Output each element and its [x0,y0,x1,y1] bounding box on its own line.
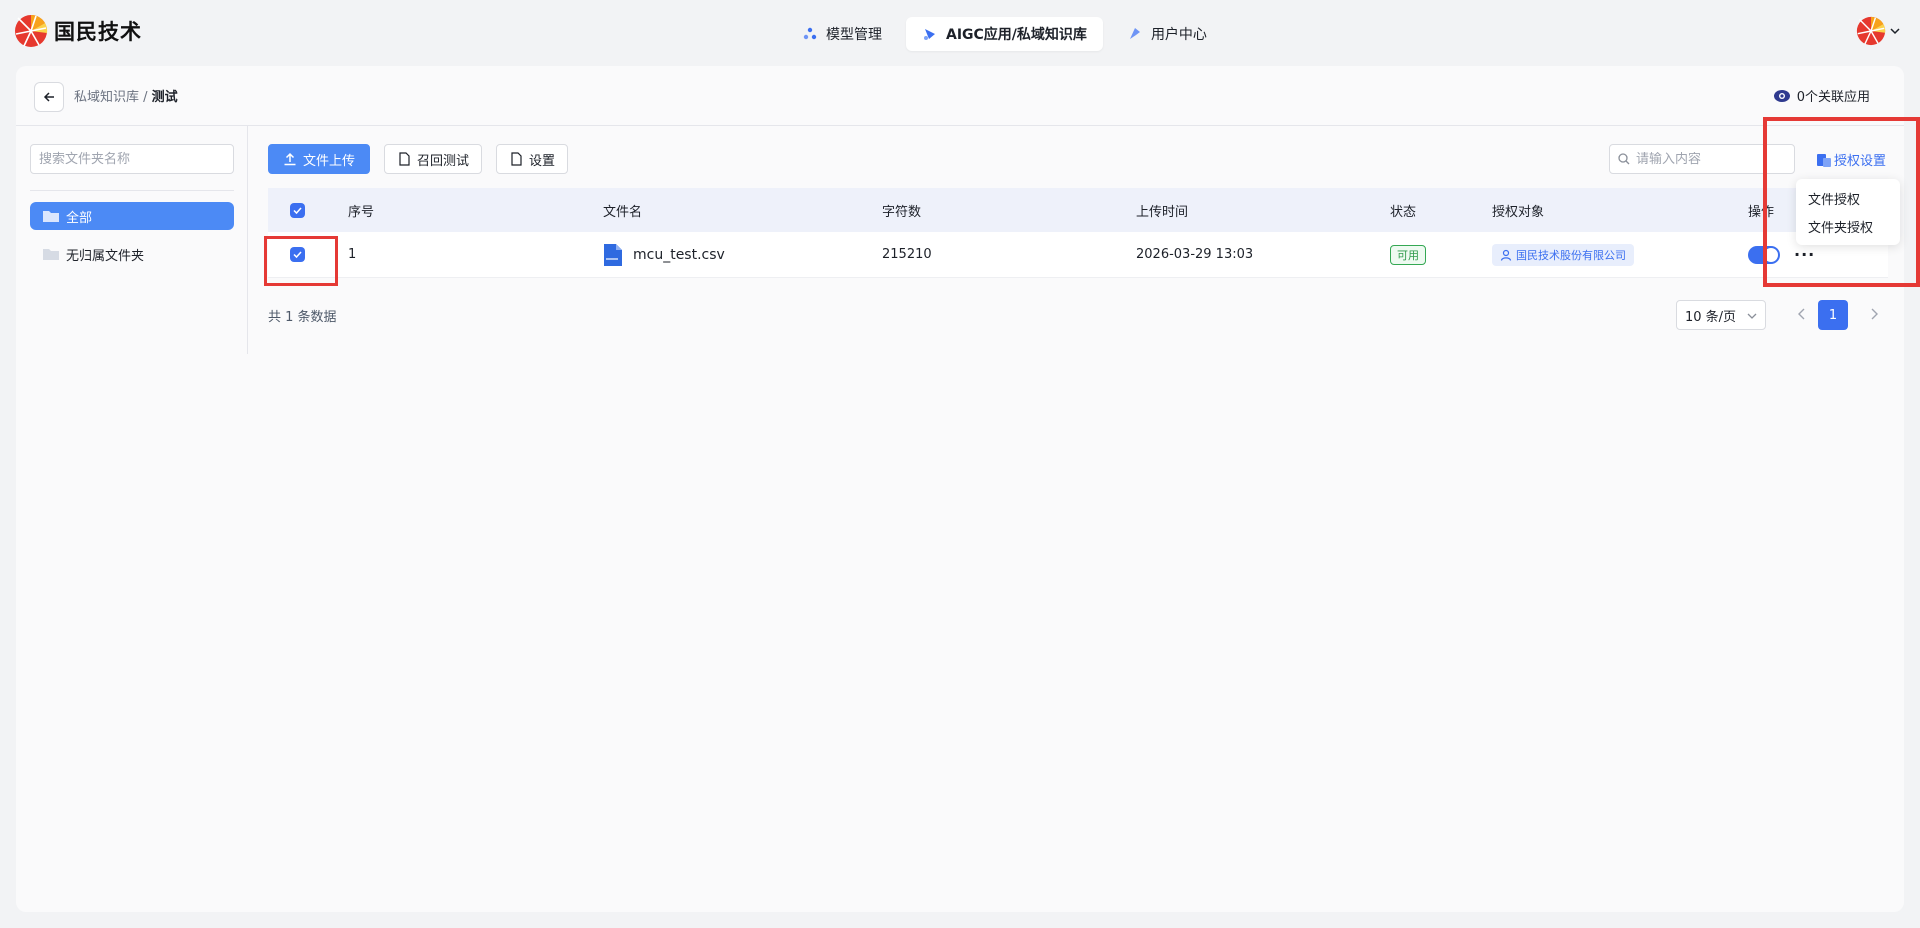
content-search-input[interactable] [1636,151,1786,167]
auth-target-badge: 国民技术股份有限公司 [1492,232,1634,277]
menu-item-file-auth[interactable]: 文件授权 [1796,184,1900,212]
model-icon [803,27,817,40]
upload-button[interactable]: 文件上传 [268,144,371,174]
chevron-right-icon[interactable] [1866,306,1882,322]
auth-icon [1817,153,1831,167]
logo-icon [15,14,48,47]
table-header: 序号 文件名 字符数 上传时间 状态 授权对象 操作 [268,188,1888,232]
chevron-down-icon [1890,28,1900,35]
row-uploaded: 2026-03-29 13:03 [1136,247,1254,262]
logo[interactable]: 国民技术 [14,14,142,48]
content-area: 文件上传 召回测试 设置 授权设置 [16,66,1904,912]
user-avatar-menu[interactable] [1856,16,1900,46]
search-icon [1618,153,1630,165]
chevron-left-icon[interactable] [1794,306,1810,322]
total-count: 共 1 条数据 [268,310,337,325]
page-button-current[interactable]: 1 [1818,300,1848,330]
check-icon [293,251,302,259]
file-icon [399,152,410,166]
toolbar: 文件上传 召回测试 设置 [268,144,569,174]
logo-text: 国民技术 [54,20,142,44]
row-checkbox[interactable] [290,232,305,277]
select-all-checkbox[interactable] [290,188,305,232]
col-header-status: 状态 [1390,204,1417,220]
file-icon [604,243,622,266]
col-header-chars: 字符数 [882,204,922,220]
row-index: 1 [348,247,357,262]
main-nav: 模型管理 AIGC应用/私域知识库 用户中心 [786,17,1223,51]
settings-button[interactable]: 设置 [496,144,569,174]
row-chars: 215210 [882,247,932,262]
more-actions-button[interactable]: ··· [1794,245,1815,264]
nav-tab-aigc[interactable]: AIGC应用/私域知识库 [906,17,1103,51]
col-header-uploaded: 上传时间 [1136,204,1189,220]
file-icon [511,152,522,166]
avatar [1856,16,1886,46]
table-row: 1 mcu_test.csv 215210 2026-03-29 13:03 可… [268,232,1888,278]
status-badge: 可用 [1390,232,1426,277]
chevron-down-icon [1747,313,1757,319]
row-filename[interactable]: mcu_test.csv [603,232,725,277]
page-size-select[interactable]: 10 条/页 [1676,300,1766,330]
menu-item-folder-auth[interactable]: 文件夹授权 [1796,212,1900,240]
col-header-actions: 操作 [1748,204,1775,220]
upload-icon [284,152,296,166]
user-center-icon [1129,28,1140,39]
aigc-icon [924,29,935,40]
top-bar: 国民技术 模型管理 AIGC应用/私域知识库 用户中心 [0,0,1920,66]
col-header-index: 序号 [348,204,375,220]
col-header-filename: 文件名 [603,204,643,220]
nav-tab-user-center[interactable]: 用户中心 [1111,17,1223,51]
auth-settings-link[interactable]: 授权设置 [1816,150,1886,169]
auth-dropdown-menu: 文件授权 文件夹授权 [1796,179,1900,245]
nav-tab-model[interactable]: 模型管理 [786,17,898,51]
file-table: 序号 文件名 字符数 上传时间 状态 授权对象 操作 1 mcu_test.cs… [268,188,1888,278]
user-icon [1500,249,1512,261]
content-search[interactable] [1609,144,1795,174]
recall-test-button[interactable]: 召回测试 [384,144,483,174]
check-icon [293,206,302,214]
enable-toggle[interactable] [1748,245,1780,264]
col-header-auth-target: 授权对象 [1492,204,1545,220]
